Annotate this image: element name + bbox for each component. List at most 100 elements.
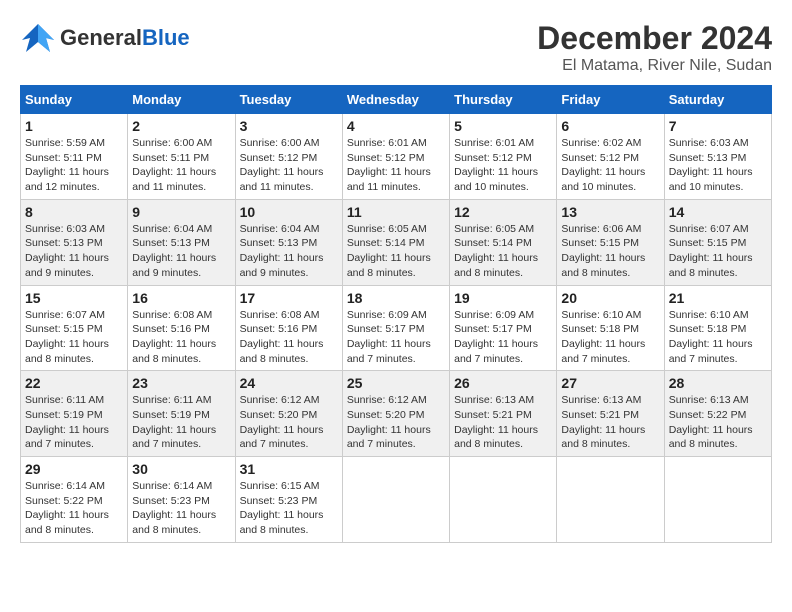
day-number: 25 (347, 375, 445, 391)
calendar-week-row: 8Sunrise: 6:03 AMSunset: 5:13 PMDaylight… (21, 199, 772, 285)
day-info: Sunrise: 6:04 AMSunset: 5:13 PMDaylight:… (240, 222, 338, 281)
calendar-day-cell: 13 Sunrise: 6:06 AMSunset: 5:15 PMDayligh… (557, 199, 664, 285)
day-info: Sunrise: 6:11 AMSunset: 5:19 PMDaylight:… (132, 393, 230, 452)
day-number: 27 (561, 375, 659, 391)
day-info: Sunrise: 6:10 AMSunset: 5:18 PMDaylight:… (669, 308, 767, 367)
calendar-day-cell: 9Sunrise: 6:04 AMSunset: 5:13 PMDaylight… (128, 199, 235, 285)
calendar-day-cell: 2 Sunrise: 6:00 AMSunset: 5:11 PMDaylight… (128, 114, 235, 200)
day-info: Sunrise: 6:15 AMSunset: 5:23 PMDaylight:… (240, 479, 338, 538)
day-info: Sunrise: 6:08 AMSunset: 5:16 PMDaylight:… (132, 308, 230, 367)
calendar-day-cell: 15 Sunrise: 6:07 AMSunset: 5:15 PMDayligh… (21, 285, 128, 371)
day-info: Sunrise: 6:03 AMSunset: 5:13 PMDaylight:… (669, 136, 767, 195)
day-info: Sunrise: 6:05 AMSunset: 5:14 PMDaylight:… (347, 222, 445, 281)
calendar-day-cell: 28 Sunrise: 6:13 AMSunset: 5:22 PMDayligh… (664, 371, 771, 457)
calendar-day-cell (450, 457, 557, 543)
day-number: 30 (132, 461, 230, 477)
day-number: 14 (669, 204, 767, 220)
calendar-day-cell: 22Sunrise: 6:11 AMSunset: 5:19 PMDayligh… (21, 371, 128, 457)
calendar-week-row: 1Sunrise: 5:59 AMSunset: 5:11 PMDaylight… (21, 114, 772, 200)
day-number: 15 (25, 290, 123, 306)
day-info: Sunrise: 6:14 AMSunset: 5:23 PMDaylight:… (132, 479, 230, 538)
calendar-day-cell: 29 Sunrise: 6:14 AMSunset: 5:22 PMDayligh… (21, 457, 128, 543)
day-info: Sunrise: 6:07 AMSunset: 5:15 PMDaylight:… (669, 222, 767, 281)
day-number: 31 (240, 461, 338, 477)
day-info: Sunrise: 6:13 AMSunset: 5:22 PMDaylight:… (669, 393, 767, 452)
day-info: Sunrise: 6:09 AMSunset: 5:17 PMDaylight:… (454, 308, 552, 367)
day-info: Sunrise: 6:03 AMSunset: 5:13 PMDaylight:… (25, 222, 123, 281)
calendar-day-cell: 11 Sunrise: 6:05 AMSunset: 5:14 PMDayligh… (342, 199, 449, 285)
calendar-day-cell: 5Sunrise: 6:01 AMSunset: 5:12 PMDaylight… (450, 114, 557, 200)
day-number: 11 (347, 204, 445, 220)
calendar-week-row: 22Sunrise: 6:11 AMSunset: 5:19 PMDayligh… (21, 371, 772, 457)
calendar-header-row: SundayMondayTuesdayWednesdayThursdayFrid… (21, 86, 772, 114)
day-number: 16 (132, 290, 230, 306)
calendar-day-cell: 20Sunrise: 6:10 AMSunset: 5:18 PMDayligh… (557, 285, 664, 371)
calendar-table: SundayMondayTuesdayWednesdayThursdayFrid… (20, 85, 772, 543)
month-title: December 2024 (537, 20, 772, 57)
day-info: Sunrise: 6:02 AMSunset: 5:12 PMDaylight:… (561, 136, 659, 195)
calendar-week-row: 15 Sunrise: 6:07 AMSunset: 5:15 PMDayligh… (21, 285, 772, 371)
day-number: 3 (240, 118, 338, 134)
calendar-day-cell: 7Sunrise: 6:03 AMSunset: 5:13 PMDaylight… (664, 114, 771, 200)
day-info: Sunrise: 6:05 AMSunset: 5:14 PMDaylight:… (454, 222, 552, 281)
day-number: 4 (347, 118, 445, 134)
calendar-day-header: Saturday (664, 86, 771, 114)
calendar-day-cell: 21Sunrise: 6:10 AMSunset: 5:18 PMDayligh… (664, 285, 771, 371)
calendar-day-cell: 10 Sunrise: 6:04 AMSunset: 5:13 PMDayligh… (235, 199, 342, 285)
calendar-day-cell: 27 Sunrise: 6:13 AMSunset: 5:21 PMDayligh… (557, 371, 664, 457)
day-info: Sunrise: 6:11 AMSunset: 5:19 PMDaylight:… (25, 393, 123, 452)
day-number: 13 (561, 204, 659, 220)
day-info: Sunrise: 6:01 AMSunset: 5:12 PMDaylight:… (347, 136, 445, 195)
location-title: El Matama, River Nile, Sudan (537, 57, 772, 75)
calendar-day-cell: 17 Sunrise: 6:08 AMSunset: 5:16 PMDayligh… (235, 285, 342, 371)
calendar-day-cell: 1Sunrise: 5:59 AMSunset: 5:11 PMDaylight… (21, 114, 128, 200)
calendar-day-cell: 23 Sunrise: 6:11 AMSunset: 5:19 PMDayligh… (128, 371, 235, 457)
calendar-day-header: Monday (128, 86, 235, 114)
calendar-day-cell (342, 457, 449, 543)
calendar-day-header: Thursday (450, 86, 557, 114)
day-number: 19 (454, 290, 552, 306)
calendar-day-cell: 8Sunrise: 6:03 AMSunset: 5:13 PMDaylight… (21, 199, 128, 285)
calendar-day-cell: 16 Sunrise: 6:08 AMSunset: 5:16 PMDayligh… (128, 285, 235, 371)
day-info: Sunrise: 6:12 AMSunset: 5:20 PMDaylight:… (347, 393, 445, 452)
day-number: 12 (454, 204, 552, 220)
day-info: Sunrise: 6:08 AMSunset: 5:16 PMDaylight:… (240, 308, 338, 367)
day-number: 10 (240, 204, 338, 220)
calendar-day-cell: 26Sunrise: 6:13 AMSunset: 5:21 PMDayligh… (450, 371, 557, 457)
day-number: 26 (454, 375, 552, 391)
day-info: Sunrise: 6:04 AMSunset: 5:13 PMDaylight:… (132, 222, 230, 281)
day-number: 18 (347, 290, 445, 306)
day-number: 2 (132, 118, 230, 134)
day-number: 17 (240, 290, 338, 306)
day-number: 23 (132, 375, 230, 391)
calendar-week-row: 29 Sunrise: 6:14 AMSunset: 5:22 PMDayligh… (21, 457, 772, 543)
calendar-day-header: Wednesday (342, 86, 449, 114)
day-info: Sunrise: 6:13 AMSunset: 5:21 PMDaylight:… (561, 393, 659, 452)
calendar-day-cell: 6Sunrise: 6:02 AMSunset: 5:12 PMDaylight… (557, 114, 664, 200)
calendar-day-cell: 14 Sunrise: 6:07 AMSunset: 5:15 PMDayligh… (664, 199, 771, 285)
calendar-day-header: Tuesday (235, 86, 342, 114)
calendar-day-cell: 25 Sunrise: 6:12 AMSunset: 5:20 PMDayligh… (342, 371, 449, 457)
day-info: Sunrise: 6:09 AMSunset: 5:17 PMDaylight:… (347, 308, 445, 367)
day-number: 20 (561, 290, 659, 306)
calendar-day-cell (664, 457, 771, 543)
day-info: Sunrise: 6:07 AMSunset: 5:15 PMDaylight:… (25, 308, 123, 367)
day-info: Sunrise: 6:00 AMSunset: 5:12 PMDaylight:… (240, 136, 338, 195)
page-header: GeneralBlue December 2024 El Matama, Riv… (20, 20, 772, 75)
logo-general-text: General (60, 25, 142, 50)
day-number: 28 (669, 375, 767, 391)
day-info: Sunrise: 6:01 AMSunset: 5:12 PMDaylight:… (454, 136, 552, 195)
calendar-day-cell: 3 Sunrise: 6:00 AMSunset: 5:12 PMDaylight… (235, 114, 342, 200)
calendar-day-header: Sunday (21, 86, 128, 114)
day-number: 29 (25, 461, 123, 477)
day-number: 24 (240, 375, 338, 391)
day-info: Sunrise: 6:06 AMSunset: 5:15 PMDaylight:… (561, 222, 659, 281)
calendar-day-cell (557, 457, 664, 543)
calendar-day-cell: 30 Sunrise: 6:14 AMSunset: 5:23 PMDayligh… (128, 457, 235, 543)
logo: GeneralBlue (20, 20, 190, 56)
day-info: Sunrise: 6:00 AMSunset: 5:11 PMDaylight:… (132, 136, 230, 195)
calendar-day-cell: 19 Sunrise: 6:09 AMSunset: 5:17 PMDayligh… (450, 285, 557, 371)
logo-blue-text: Blue (142, 25, 190, 50)
calendar-day-header: Friday (557, 86, 664, 114)
day-info: Sunrise: 6:14 AMSunset: 5:22 PMDaylight:… (25, 479, 123, 538)
